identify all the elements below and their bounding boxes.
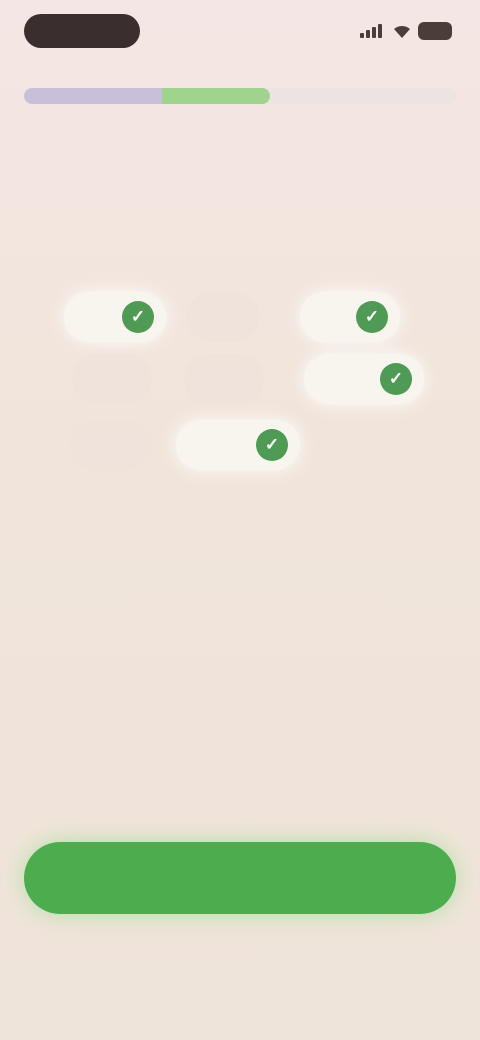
option-chip[interactable] [68, 420, 152, 470]
check-icon: ✓ [122, 301, 154, 333]
check-icon: ✓ [380, 363, 412, 395]
option-chip[interactable] [72, 354, 152, 404]
option-chip[interactable]: ✓ [300, 292, 400, 342]
check-icon: ✓ [356, 301, 388, 333]
option-chip[interactable]: ✓ [304, 354, 424, 404]
option-chip-grid: ✓ ✓ ✓ ✓ [0, 0, 480, 500]
continue-button[interactable] [24, 842, 456, 914]
check-icon: ✓ [256, 429, 288, 461]
skip-link[interactable] [150, 942, 330, 972]
option-chip[interactable]: ✓ [64, 292, 166, 342]
option-chip[interactable]: ✓ [176, 420, 300, 470]
option-chip[interactable] [186, 292, 260, 342]
option-chip[interactable] [184, 354, 264, 404]
